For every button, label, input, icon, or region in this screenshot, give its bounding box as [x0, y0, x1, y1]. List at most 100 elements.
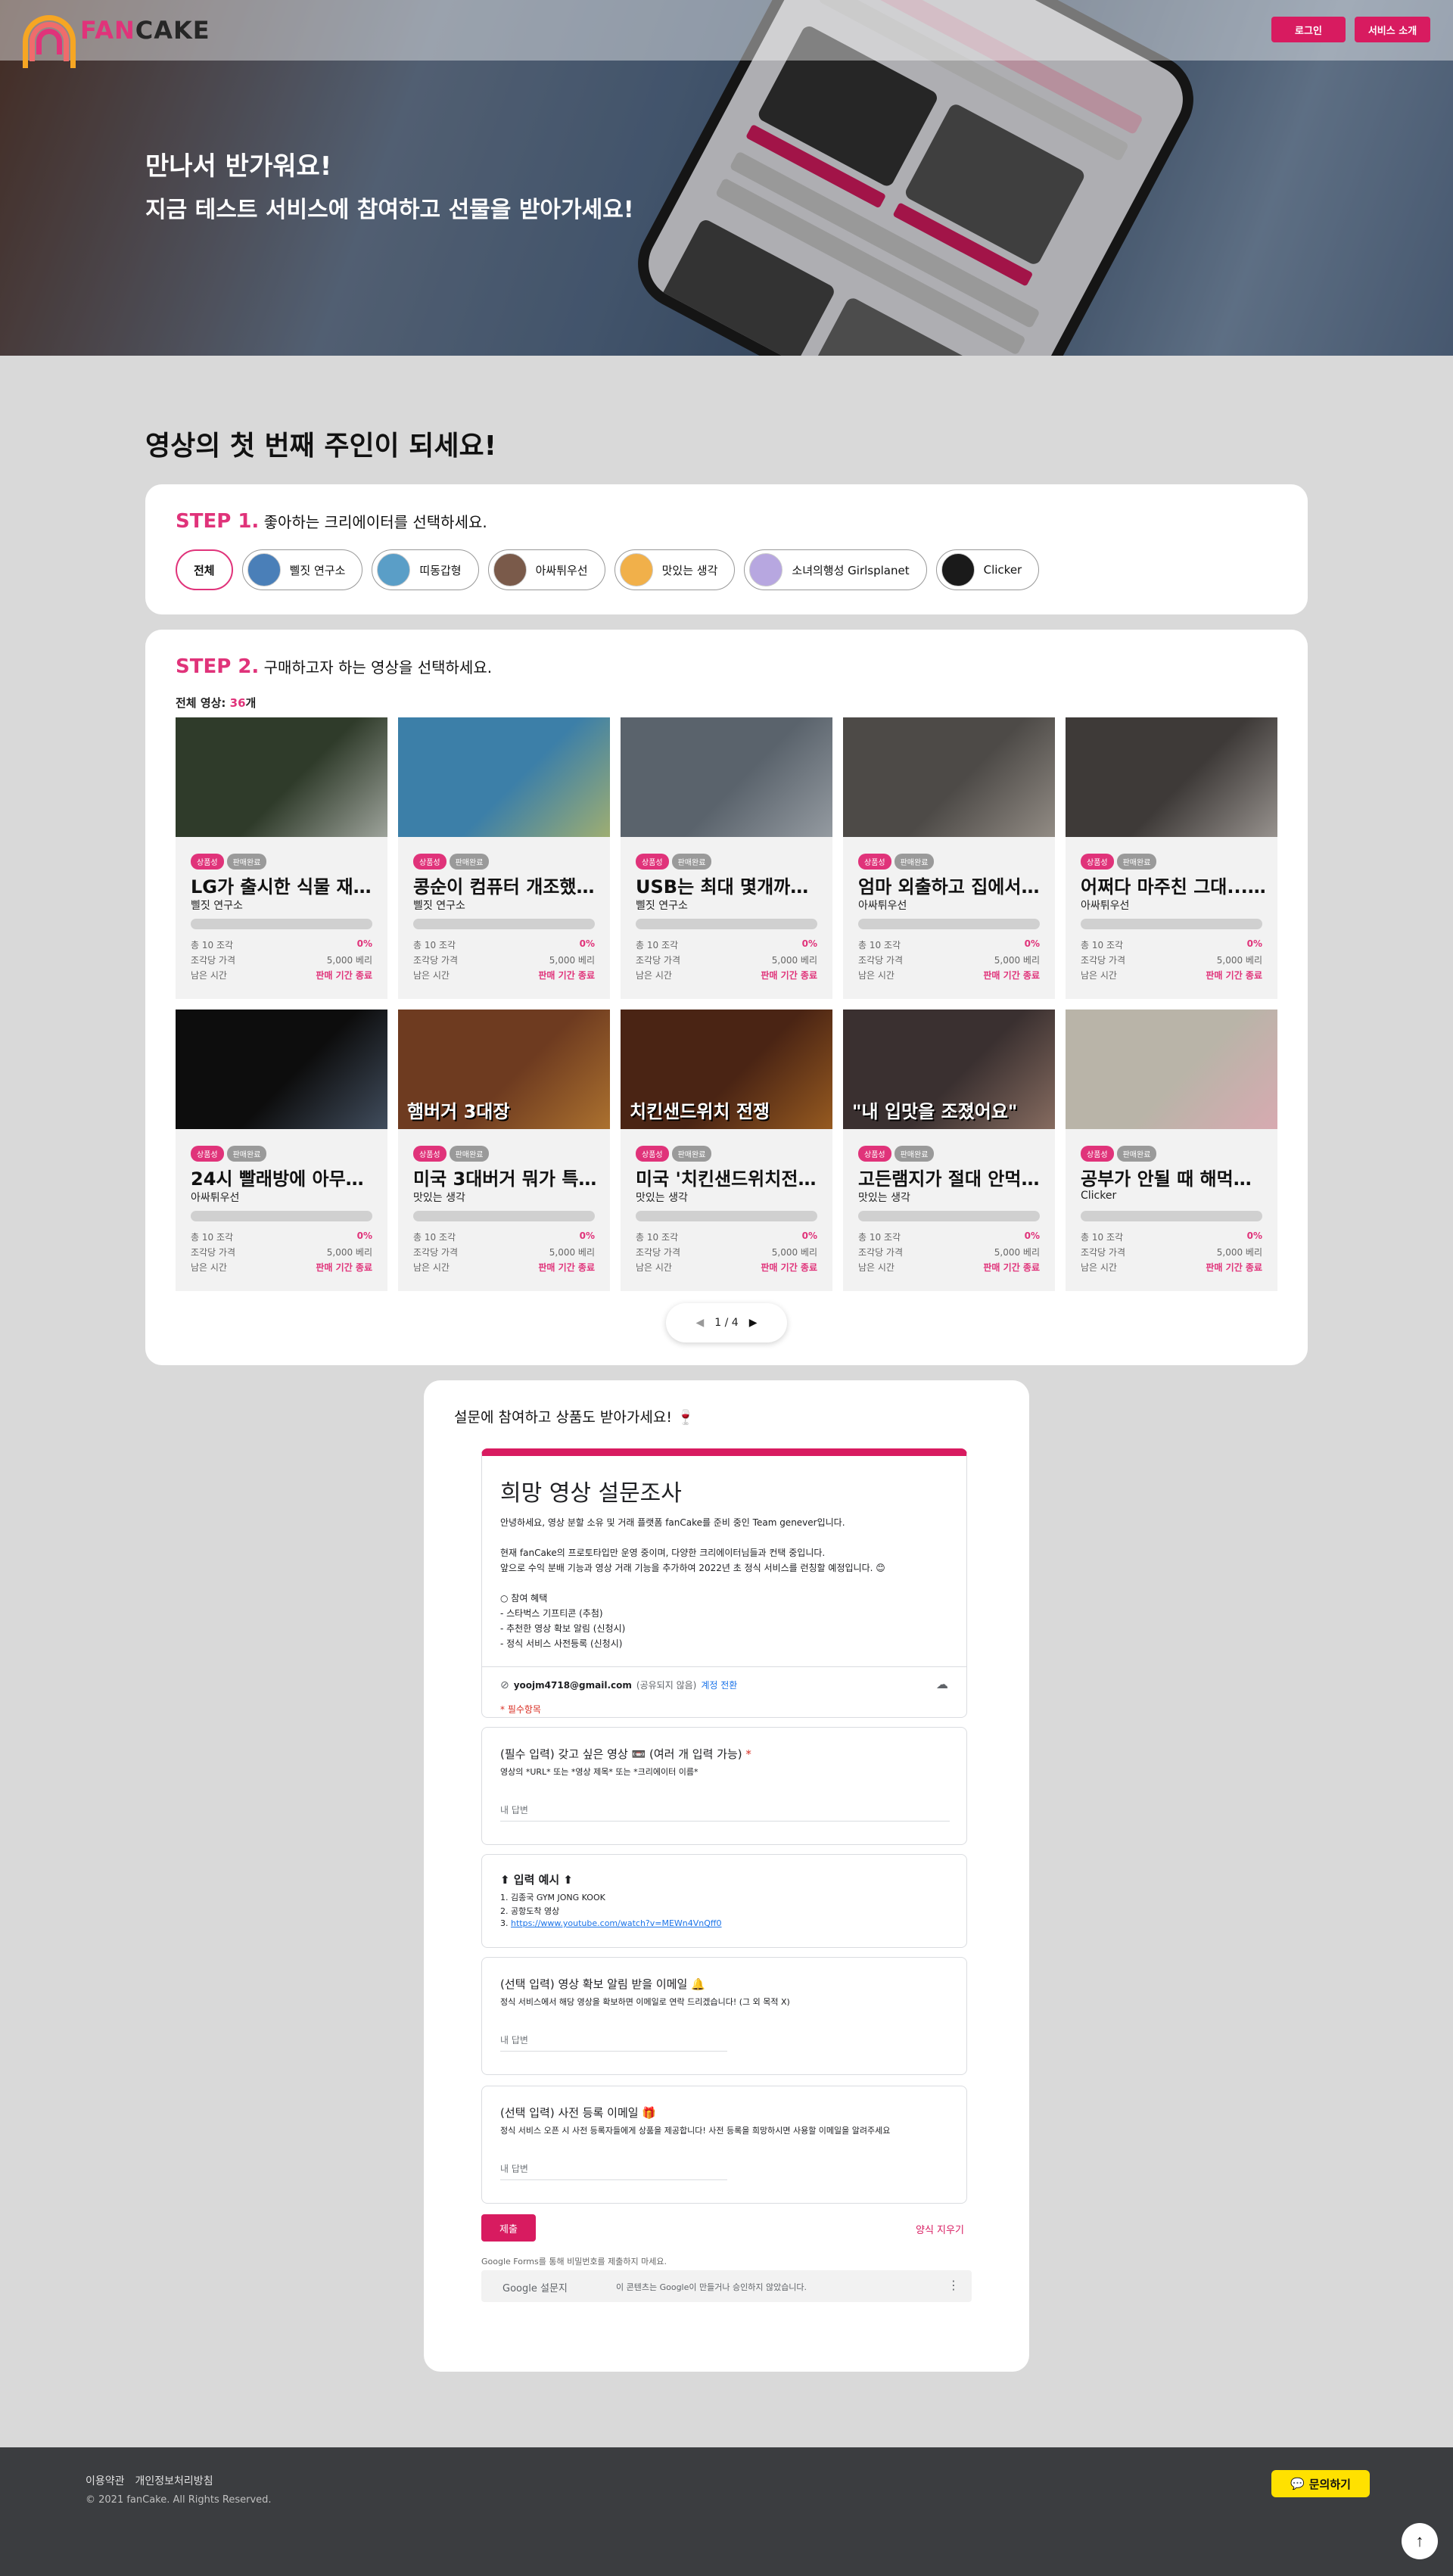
price-row: 조각당 가격 5,000 베리	[636, 1247, 817, 1258]
status-badge: 판매완료	[1116, 1146, 1157, 1162]
required-note: * 필수항목	[500, 1704, 541, 1715]
status-badges: 상품성 판매완료	[1081, 1146, 1157, 1162]
status-badge: 상품성	[1081, 854, 1114, 870]
privacy-link[interactable]: 개인정보처리방침	[135, 2473, 213, 2488]
form-description-line: - 정식 서비스 사전등록 (신청시)	[500, 1638, 623, 1649]
creator-chip[interactable]: 띠동갑형	[372, 549, 479, 590]
copyright: © 2021 fanCake. All Rights Reserved.	[86, 2494, 272, 2506]
video-creator: 맛있는 생각	[636, 1192, 688, 1204]
status-badge: 상품성	[413, 1146, 446, 1162]
video-card[interactable]: 햄버거 3대장 상품성 판매완료 미국 3대버거 뭐가 특별... 맛있는 생각 총 10…	[398, 1010, 610, 1291]
prev-page-icon[interactable]: ◀	[696, 1317, 705, 1329]
fancake-logo[interactable]: FANCAKE	[23, 15, 210, 68]
video-creator: 맛있는 생각	[413, 1192, 465, 1204]
clear-form-button[interactable]: 양식 지우기	[916, 2222, 964, 2236]
terms-link[interactable]: 이용약관	[86, 2473, 125, 2488]
service-intro-button[interactable]: 서비스 소개	[1355, 17, 1430, 42]
next-page-icon[interactable]: ▶	[749, 1317, 758, 1329]
q3-description: 정식 서비스 오픈 시 사전 등록자들에게 상품을 제공합니다! 사전 등록을 …	[500, 2126, 891, 2136]
status-badge: 상품성	[858, 854, 891, 870]
video-card[interactable]: 상품성 판매완료 콩순이 컴퓨터 개조했습... 삘짓 연구소 총 10 조각 0% 조각당…	[398, 717, 610, 999]
creator-chip[interactable]: 맛있는 생각	[614, 549, 736, 590]
login-button[interactable]: 로그인	[1271, 17, 1346, 42]
status-badges: 상품성 판매완료	[636, 1146, 712, 1162]
q3-answer-input[interactable]: 내 답변	[500, 2162, 727, 2180]
video-thumbnail: 치킨샌드위치 전쟁	[621, 1010, 832, 1129]
video-thumbnail	[843, 717, 1055, 837]
thumbnail-caption: "내 입맛을 조졌어요"	[852, 1101, 1018, 1122]
google-forms-logo[interactable]: Google 설문지	[502, 2280, 568, 2294]
remaining-row: 남은 시간 판매 기간 종료	[858, 1262, 1040, 1273]
thumbnail-caption: 치킨샌드위치 전쟁	[630, 1101, 770, 1122]
creator-chip-label: 아싸튀우선	[535, 563, 588, 577]
video-card[interactable]: 치킨샌드위치 전쟁 상품성 판매완료 미국 '치킨샌드위치전쟁... 맛있는 생각 총 1…	[621, 1010, 832, 1291]
pieces-row: 총 10 조각 0%	[413, 1230, 595, 1243]
price-row: 조각당 가격 5,000 베리	[858, 1247, 1040, 1258]
more-vert-icon[interactable]: ⋮	[947, 2278, 960, 2292]
price-row: 조각당 가격 5,000 베리	[858, 955, 1040, 966]
sale-progress-bar	[636, 1211, 817, 1221]
arrow-up-icon: ↑	[1415, 2531, 1424, 2550]
creator-chip[interactable]: 삘짓 연구소	[241, 549, 363, 590]
question-preregister-email: (선택 입력) 사전 등록 이메일 🎁 정식 서비스 오픈 시 사전 등록자들에…	[481, 2086, 967, 2204]
sale-progress-bar	[858, 1211, 1040, 1221]
remaining-row: 남은 시간 판매 기간 종료	[858, 970, 1040, 981]
account-row: ⊘ yoojm4718@gmail.com (공유되지 않음) 계정 전환	[500, 1678, 738, 1691]
form-description-line: ○ 참여 혜택	[500, 1593, 548, 1604]
q2-answer-input[interactable]: 내 답변	[500, 2033, 727, 2052]
logo-arc-icon	[23, 15, 76, 68]
creator-chip-label: 맛있는 생각	[661, 563, 718, 577]
q1-answer-input[interactable]: 내 답변	[500, 1803, 950, 1822]
video-title: USB는 최대 몇개까지 ...	[636, 876, 821, 898]
creator-chip[interactable]: Clicker	[935, 549, 1040, 590]
video-grid: 상품성 판매완료 LG가 출시한 식물 재배... 삘짓 연구소 총 10 조각 0% 조각…	[176, 717, 1277, 1291]
pieces-row: 총 10 조각 0%	[413, 938, 595, 950]
video-creator: 삘짓 연구소	[191, 900, 243, 912]
remaining-row: 남은 시간 판매 기간 종료	[191, 1262, 372, 1273]
creator-chip[interactable]: 아싸튀우선	[487, 549, 605, 590]
video-title: 미국 '치킨샌드위치전쟁...	[636, 1168, 821, 1190]
creator-avatar	[941, 553, 975, 586]
switch-account-link[interactable]: 계정 전환	[701, 1678, 737, 1691]
creator-avatar	[619, 553, 653, 586]
video-card[interactable]: 상품성 판매완료 USB는 최대 몇개까지 ... 삘짓 연구소 총 10 조각 0% 조각…	[621, 717, 832, 999]
creator-chip-label: 삘짓 연구소	[289, 563, 346, 577]
remaining-row: 남은 시간 판매 기간 종료	[1081, 1262, 1262, 1273]
creator-chip-label: 전체	[194, 563, 215, 577]
step2-panel: STEP 2. 구매하고자 하는 영상을 선택하세요. 전체 영상: 36개 상…	[145, 630, 1308, 1365]
step1-title: STEP 1. 좋아하는 크리에이터를 선택하세요.	[176, 510, 487, 533]
price-row: 조각당 가격 5,000 베리	[191, 955, 372, 966]
sale-progress-bar	[1081, 919, 1262, 929]
scroll-to-top-button[interactable]: ↑	[1402, 2523, 1438, 2559]
password-warning: Google Forms를 통해 비밀번호를 제출하지 마세요.	[481, 2257, 667, 2266]
video-thumbnail	[176, 717, 387, 837]
creator-chip-label: Clicker	[983, 563, 1022, 577]
form-description-line: 안녕하세요, 영상 분할 소유 및 거래 플랫폼 fanCake를 준비 중인 …	[500, 1517, 845, 1528]
example-link[interactable]: https://www.youtube.com/watch?v=MEWn4VnQ…	[511, 1918, 722, 1928]
pieces-row: 총 10 조각 0%	[191, 1230, 372, 1243]
remaining-row: 남은 시간 판매 기간 종료	[1081, 970, 1262, 981]
submit-button[interactable]: 제출	[481, 2214, 536, 2242]
creator-avatar	[749, 553, 783, 586]
form-description-line: - 스타벅스 기프티콘 (추첨)	[500, 1608, 603, 1619]
form-description: 안녕하세요, 영상 분할 소유 및 거래 플랫폼 fanCake를 준비 중인 …	[500, 1515, 885, 1651]
video-card[interactable]: 상품성 판매완료 어쩌다 마주친 그대... ... 아싸튀우선 총 10 조각 0% 조각…	[1066, 717, 1277, 999]
video-card[interactable]: 상품성 판매완료 24시 빨래방에 아무도 ... 아싸튀우선 총 10 조각 0% 조각당…	[176, 1010, 387, 1291]
video-card[interactable]: 상품성 판매완료 LG가 출시한 식물 재배... 삘짓 연구소 총 10 조각 0% 조각…	[176, 717, 387, 999]
sale-progress-bar	[191, 919, 372, 929]
video-creator: 삘짓 연구소	[413, 900, 465, 912]
eye-off-icon: ⊘	[500, 1678, 509, 1691]
status-badge: 판매완료	[226, 854, 267, 870]
inquiry-button[interactable]: 💬 문의하기	[1271, 2470, 1370, 2497]
total-video-count: 전체 영상: 36개	[176, 696, 257, 710]
q1-title: (필수 입력) 갖고 싶은 영상 📼 (여러 개 입력 가능) *	[500, 1747, 751, 1761]
price-row: 조각당 가격 5,000 베리	[636, 955, 817, 966]
creator-chip[interactable]: 소녀의행성 Girlsplanet	[744, 549, 927, 590]
video-card[interactable]: 상품성 판매완료 공부가 안될 때 해먹는 ... Clicker 총 10 조각 0% 조…	[1066, 1010, 1277, 1291]
creator-chip-label: 띠동갑형	[419, 563, 462, 577]
video-card[interactable]: 상품성판매완료엄마 외출하고 집에서 혼... 아싸튀우선총 10 조각0% 조각당…	[843, 717, 1055, 999]
form-title: 희망 영상 설문조사	[500, 1480, 682, 1507]
creator-chip[interactable]: 전체	[176, 549, 233, 590]
video-card[interactable]: "내 입맛을 조졌어요" 상품성판매완료고든램지가 절대 안먹는 ... 맛있는 생…	[843, 1010, 1055, 1291]
video-title: LG가 출시한 식물 재배...	[191, 876, 376, 898]
